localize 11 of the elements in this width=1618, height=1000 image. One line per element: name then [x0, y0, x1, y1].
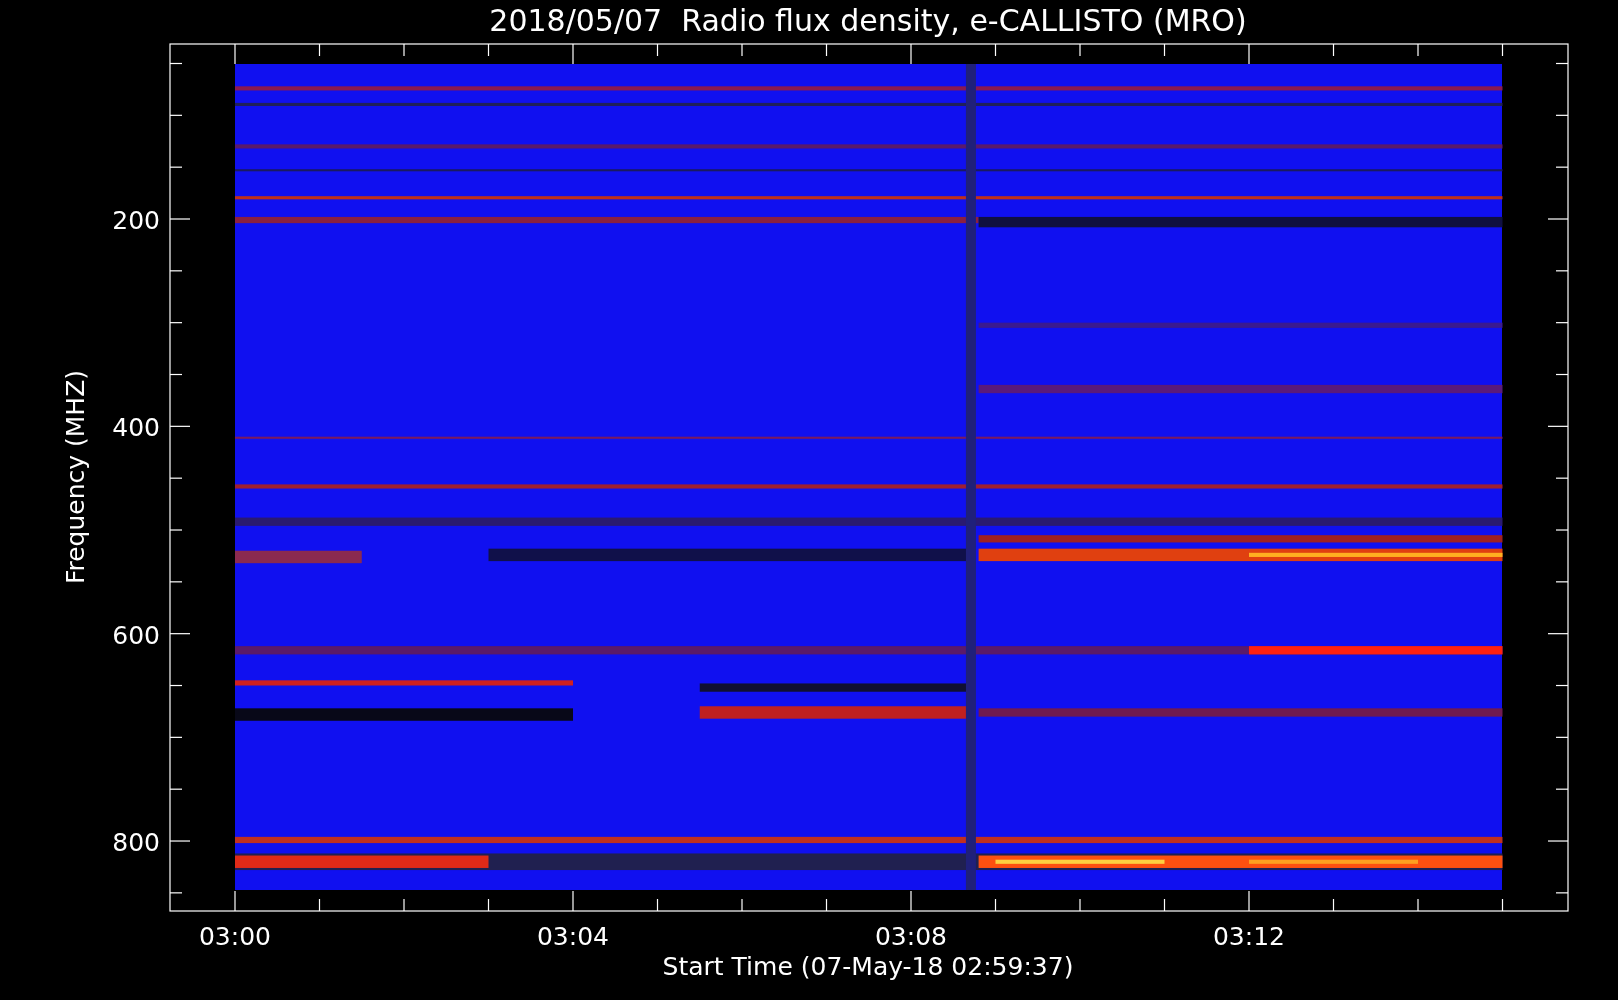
tick-label: 200	[112, 206, 160, 235]
tick-label: 400	[112, 413, 160, 443]
axis-label: Frequency (MHZ)	[61, 369, 90, 585]
tick-label: 03:12	[1213, 922, 1285, 951]
tick-label: 03:08	[875, 922, 947, 951]
tick-label: 03:00	[199, 922, 271, 951]
tick-label: 600	[112, 620, 160, 650]
axis-label: Start Time (07-May-18 02:59:37)	[662, 952, 1074, 981]
tick-label: 800	[112, 828, 160, 857]
chart-title: 2018/05/07 Radio flux density, e-CALLISTO (MRO)	[489, 3, 1247, 38]
tick-label: 03:04	[537, 922, 609, 951]
